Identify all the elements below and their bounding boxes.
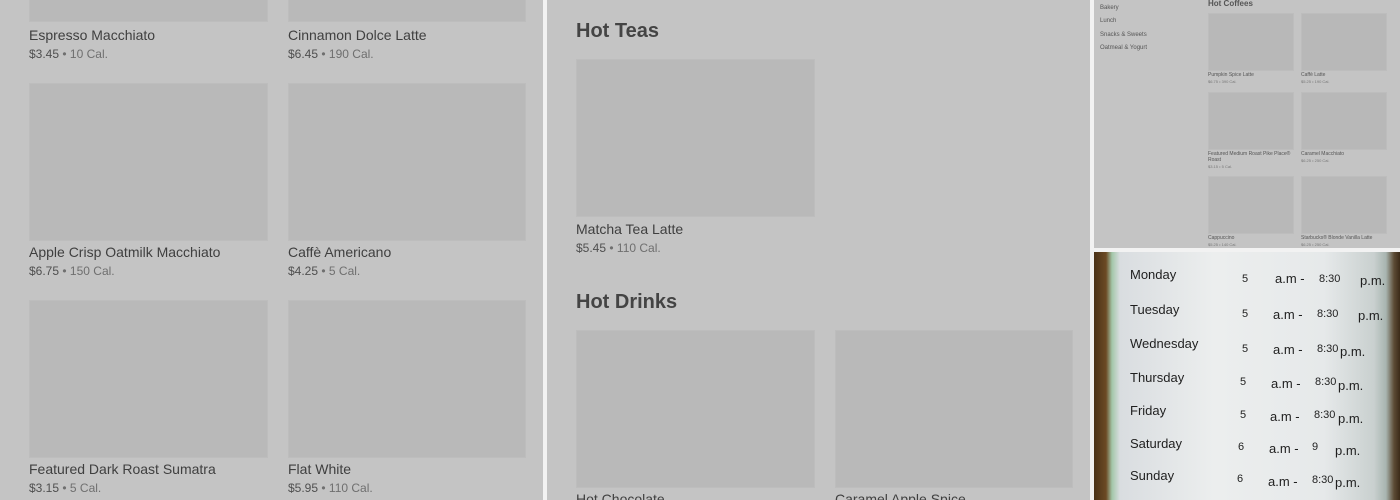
item-image[interactable] xyxy=(1301,176,1387,234)
menu-middle-panel: Hot Teas Matcha Tea Latte $5.45 • 110 Ca… xyxy=(547,0,1090,500)
close-ampm: p.m. xyxy=(1360,273,1386,288)
item-name[interactable]: Apple Crisp Oatmilk Macchiato xyxy=(29,244,220,260)
open-ampm: a.m - xyxy=(1271,376,1301,391)
item-meta: $3.45 • 10 Cal. xyxy=(29,47,108,61)
open-hour: 5 xyxy=(1242,273,1249,285)
sidebar-item-oatmeal[interactable]: Oatmeal & Yogurt xyxy=(1100,45,1147,51)
close-ampm: p.m. xyxy=(1358,308,1384,323)
day-label: Sunday xyxy=(1130,468,1175,483)
open-ampm: a.m - xyxy=(1269,441,1299,456)
open-hour: 5 xyxy=(1240,409,1247,421)
menu-mini-panel: Bakery Lunch Snacks & Sweets Oatmeal & Y… xyxy=(1094,0,1400,248)
item-name[interactable]: Espresso Macchiato xyxy=(29,27,155,43)
hours-row-saturday: Saturday 6 a.m - 9 p.m. xyxy=(1094,436,1400,466)
open-hour: 5 xyxy=(1242,343,1249,355)
menu-left-panel: Espresso Macchiato $3.45 • 10 Cal. Cinna… xyxy=(0,0,543,500)
close-ampm: p.m. xyxy=(1335,443,1361,458)
sidebar-item-snacks[interactable]: Snacks & Sweets xyxy=(1100,32,1147,38)
day-label: Saturday xyxy=(1130,436,1183,451)
item-image[interactable] xyxy=(1208,176,1294,234)
item-name[interactable]: Featured Medium Roast Pike Place® Roast xyxy=(1208,151,1296,163)
item-meta: $5.45 • 110 Cal. xyxy=(576,241,661,255)
close-hour: 8:30 xyxy=(1319,273,1341,285)
item-image[interactable] xyxy=(1301,13,1387,71)
day-label: Thursday xyxy=(1130,370,1185,385)
hours-row-tuesday: Tuesday 5 a.m - 8:30 p.m. xyxy=(1094,302,1400,332)
item-image[interactable] xyxy=(1208,92,1294,150)
item-name[interactable]: Featured Dark Roast Sumatra xyxy=(29,461,216,477)
item-meta: $6.75 • 150 Cal. xyxy=(29,264,115,278)
close-ampm: p.m. xyxy=(1338,378,1364,393)
item-name[interactable]: Caffè Latte xyxy=(1301,72,1325,78)
day-label: Wednesday xyxy=(1130,336,1199,351)
day-label: Monday xyxy=(1130,267,1177,282)
open-ampm: a.m - xyxy=(1273,307,1303,322)
hours-row-friday: Friday 5 a.m - 8:30 p.m. xyxy=(1094,403,1400,433)
item-image[interactable] xyxy=(576,59,815,217)
item-name[interactable]: Cappuccino xyxy=(1208,235,1234,241)
item-image[interactable] xyxy=(29,0,268,22)
item-meta: $5.95 • 110 Cal. xyxy=(288,481,373,495)
open-ampm: a.m - xyxy=(1268,474,1298,489)
close-hour: 9 xyxy=(1312,441,1319,453)
open-hour: 5 xyxy=(1242,308,1249,320)
item-meta: $6.75 • 390 Cal. xyxy=(1208,79,1237,84)
close-hour: 8:30 xyxy=(1317,308,1339,320)
item-image[interactable] xyxy=(1301,92,1387,150)
day-label: Friday xyxy=(1130,403,1167,418)
item-image[interactable] xyxy=(288,83,526,241)
item-name[interactable]: Cinnamon Dolce Latte xyxy=(288,27,427,43)
hours-row-monday: Monday 5 a.m - 8:30 p.m. xyxy=(1094,267,1400,297)
open-hour: 6 xyxy=(1237,473,1244,485)
item-name[interactable]: Pumpkin Spice Latte xyxy=(1208,72,1254,78)
item-name[interactable]: Flat White xyxy=(288,461,351,477)
item-image[interactable] xyxy=(835,330,1073,488)
close-ampm: p.m. xyxy=(1340,344,1366,359)
section-title-hot-teas: Hot Teas xyxy=(576,20,659,42)
open-hour: 5 xyxy=(1240,376,1247,388)
close-ampm: p.m. xyxy=(1338,411,1364,426)
item-meta: $3.15 • 5 Cal. xyxy=(29,481,102,495)
item-image[interactable] xyxy=(288,0,526,22)
section-title-hot-drinks: Hot Drinks xyxy=(576,291,678,313)
close-hour: 8:30 xyxy=(1317,343,1339,355)
store-hours-sign: Monday 5 a.m - 8:30 p.m. Tuesday 5 a.m -… xyxy=(1094,252,1400,500)
item-meta: $4.25 • 5 Cal. xyxy=(288,264,361,278)
item-image[interactable] xyxy=(288,300,526,458)
sidebar-item-lunch[interactable]: Lunch xyxy=(1100,18,1116,24)
close-ampm: p.m. xyxy=(1335,475,1361,490)
day-label: Tuesday xyxy=(1130,302,1180,317)
item-meta: $5.25 • 140 Cal. xyxy=(1208,242,1237,247)
open-ampm: a.m - xyxy=(1270,409,1300,424)
item-name[interactable]: Starbucks® Blonde Vanilla Latte xyxy=(1301,235,1372,241)
item-image[interactable] xyxy=(1208,13,1294,71)
section-title-hot-coffees: Hot Coffees xyxy=(1208,0,1253,8)
open-ampm: a.m - xyxy=(1275,271,1305,286)
hours-row-wednesday: Wednesday 5 a.m - 8:30 p.m. xyxy=(1094,336,1400,366)
open-hour: 6 xyxy=(1238,441,1245,453)
hours-row-sunday: Sunday 6 a.m - 8:30 p.m. xyxy=(1094,468,1400,498)
item-name[interactable]: Hot Chocolate xyxy=(576,491,665,500)
item-meta: $6.25 • 250 Cal. xyxy=(1301,242,1330,247)
close-hour: 8:30 xyxy=(1314,409,1336,421)
item-name[interactable]: Caffè Americano xyxy=(288,244,391,260)
item-image[interactable] xyxy=(29,300,268,458)
item-meta: $5.25 • 190 Cal. xyxy=(1301,79,1330,84)
sidebar-item-bakery[interactable]: Bakery xyxy=(1100,5,1119,11)
item-image[interactable] xyxy=(576,330,815,488)
item-name[interactable]: Caramel Macchiato xyxy=(1301,151,1344,157)
open-ampm: a.m - xyxy=(1273,342,1303,357)
item-name[interactable]: Caramel Apple Spice xyxy=(835,491,966,500)
close-hour: 8:30 xyxy=(1315,376,1337,388)
item-meta: $6.25 • 250 Cal. xyxy=(1301,158,1330,163)
close-hour: 8:30 xyxy=(1312,474,1334,486)
hours-row-thursday: Thursday 5 a.m - 8:30 p.m. xyxy=(1094,370,1400,400)
item-meta: $6.45 • 190 Cal. xyxy=(288,47,374,61)
item-image[interactable] xyxy=(29,83,268,241)
item-name[interactable]: Matcha Tea Latte xyxy=(576,221,683,237)
item-meta: $3.15 • 5 Cal. xyxy=(1208,164,1233,169)
